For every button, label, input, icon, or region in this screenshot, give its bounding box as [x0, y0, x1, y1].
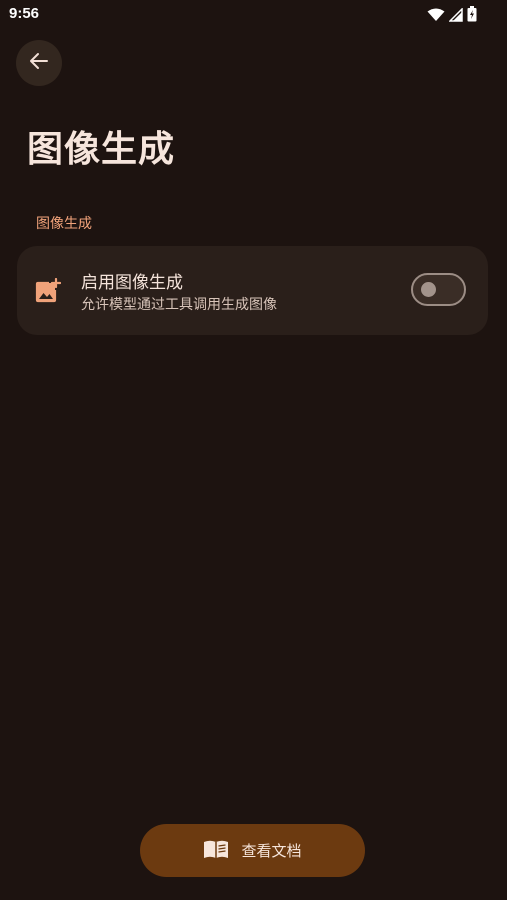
setting-description: 允许模型通过工具调用生成图像 [81, 297, 277, 313]
cellular-signal-icon [448, 6, 463, 26]
view-docs-label: 查看文档 [241, 842, 302, 860]
back-button[interactable] [16, 40, 62, 86]
status-icons [427, 6, 477, 26]
arrow-left-icon [28, 50, 50, 76]
enable-image-generation-toggle[interactable] [411, 273, 466, 306]
status-time: 9:56 [9, 5, 40, 22]
status-bar: 9:56 [0, 0, 507, 28]
page-title: 图像生成 [27, 129, 176, 170]
enable-image-generation-row[interactable]: 启用图像生成 允许模型通过工具调用生成图像 [17, 246, 488, 335]
wifi-icon [427, 7, 445, 26]
toggle-thumb [421, 282, 436, 297]
section-header: 图像生成 [36, 216, 92, 232]
view-docs-button[interactable]: 查看文档 [140, 824, 365, 877]
battery-charging-icon [467, 6, 477, 26]
book-icon [203, 839, 229, 863]
add-image-icon [35, 277, 62, 304]
setting-title: 启用图像生成 [81, 273, 183, 293]
